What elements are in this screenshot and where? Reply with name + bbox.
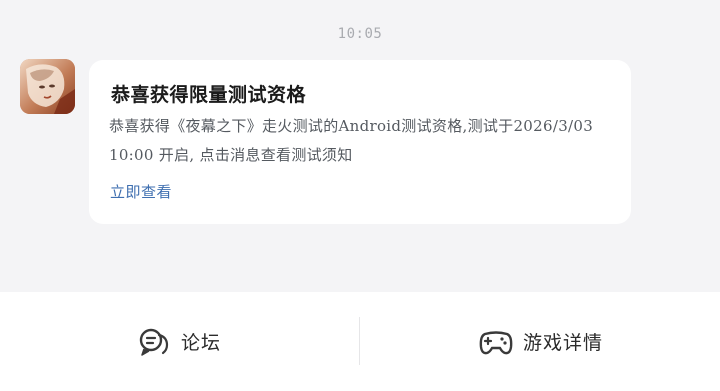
bar-divider <box>359 317 360 365</box>
game-details-label: 游戏详情 <box>522 332 603 354</box>
message-body: 恭喜获得《夜幕之下》走火测试的Android测试资格,测试于2026/3/03 … <box>109 117 594 164</box>
message-bubble[interactable]: 恭喜获得限量测试资格 恭喜获得《夜幕之下》走火测试的Android测试资格,测试… <box>89 60 631 224</box>
forum-label: 论坛 <box>180 332 221 354</box>
chat-area: 10:05 恭喜获得限量测试资格 恭喜获得《夜幕之下》走火测试的Android测… <box>0 0 720 292</box>
bottom-action-bar: 论坛 游戏详情 <box>0 292 720 391</box>
game-details-button[interactable]: 游戏详情 <box>362 292 720 391</box>
message-timestamp: 10:05 <box>337 26 383 42</box>
avatar-image <box>20 59 75 114</box>
forum-button[interactable]: 论坛 <box>0 292 358 391</box>
avatar[interactable] <box>20 59 75 114</box>
message-title: 恭喜获得限量测试资格 <box>111 84 307 106</box>
forum-chat-icon <box>137 327 171 357</box>
gamepad-icon <box>479 327 513 357</box>
view-now-link[interactable]: 立即查看 <box>110 181 172 202</box>
